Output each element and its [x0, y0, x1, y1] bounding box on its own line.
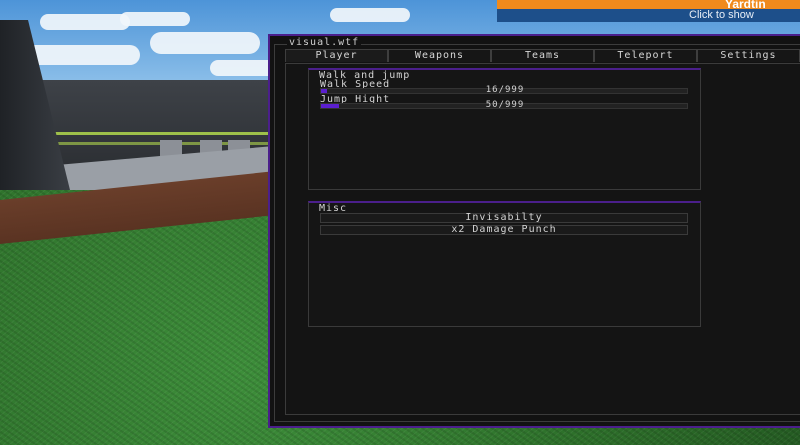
- tab-settings[interactable]: Settings: [697, 49, 800, 62]
- cloud: [120, 12, 190, 26]
- notification-subtitle[interactable]: Click to show: [497, 9, 800, 22]
- menu-window[interactable]: visual.wtf Player Weapons Teams Teleport…: [268, 34, 800, 428]
- invisibility-button[interactable]: Invisabilty: [320, 213, 688, 223]
- window-title: visual.wtf: [287, 37, 362, 48]
- tab-teams[interactable]: Teams: [491, 49, 594, 62]
- double-damage-punch-button[interactable]: x2 Damage Punch: [320, 225, 688, 235]
- walk-jump-section: Walk and jump Walk Speed 16/999 Jump Hig…: [308, 68, 701, 190]
- tab-weapons[interactable]: Weapons: [388, 49, 491, 62]
- tab-bar: Player Weapons Teams Teleport Settings: [285, 49, 800, 63]
- menu-frame: visual.wtf Player Weapons Teams Teleport…: [274, 37, 800, 422]
- cloud: [150, 32, 260, 54]
- notification-title: Yardtin: [497, 0, 800, 9]
- cloud: [330, 8, 410, 22]
- cloud: [40, 14, 130, 30]
- jump-height-slider[interactable]: 50/999: [320, 100, 688, 110]
- misc-section: Misc Invisabilty x2 Damage Punch: [308, 201, 701, 327]
- tab-content: Walk and jump Walk Speed 16/999 Jump Hig…: [285, 63, 800, 415]
- jump-height-value: 50/999: [485, 100, 525, 110]
- notification-banner[interactable]: Yardtin Click to show: [497, 0, 800, 22]
- tab-player[interactable]: Player: [285, 49, 388, 62]
- tab-teleport[interactable]: Teleport: [594, 49, 697, 62]
